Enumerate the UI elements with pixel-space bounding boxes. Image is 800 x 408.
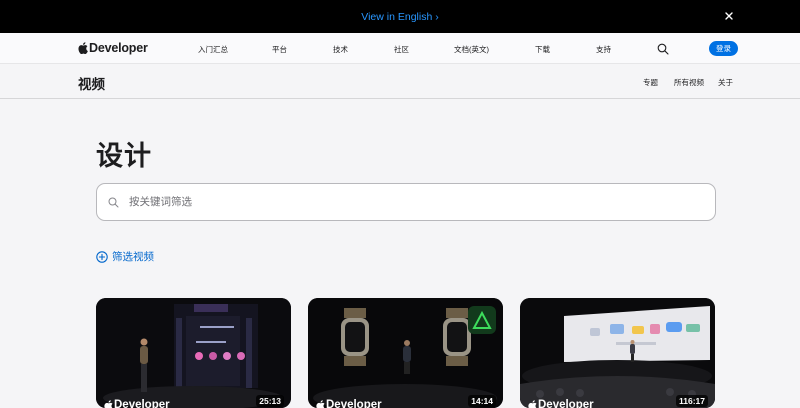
- nav-item-community[interactable]: 社区: [394, 44, 409, 55]
- global-nav: Developer 入门汇总 平台 技术 社区 文档(英文) 下载 支持 登录: [0, 33, 800, 64]
- video-brand: Developer: [316, 399, 382, 408]
- video-card[interactable]: Developer 25:13: [96, 298, 291, 408]
- apple-logo-icon: [528, 400, 537, 408]
- search-icon[interactable]: [657, 43, 669, 55]
- plus-circle-icon: [96, 251, 108, 263]
- developer-logo[interactable]: Developer: [78, 41, 148, 55]
- video-thumbnail: [520, 298, 715, 408]
- search-field[interactable]: [96, 183, 716, 221]
- video-brand-text: Developer: [114, 399, 170, 408]
- local-nav-topics[interactable]: 专题: [643, 77, 658, 88]
- apple-logo-icon: [104, 400, 113, 408]
- view-in-english-link[interactable]: View in English ›: [361, 11, 438, 23]
- nav-item-downloads[interactable]: 下载: [535, 44, 550, 55]
- video-card[interactable]: Developer 14:14: [308, 298, 503, 408]
- close-icon[interactable]: [724, 11, 734, 21]
- filter-videos-label: 筛选视频: [112, 249, 154, 264]
- nav-item-documentation[interactable]: 文档(英文): [454, 44, 489, 55]
- video-brand: Developer: [528, 399, 594, 408]
- nav-item-platforms[interactable]: 平台: [272, 44, 287, 55]
- filter-videos-button[interactable]: 筛选视频: [96, 249, 154, 264]
- language-banner: View in English ›: [0, 0, 800, 33]
- video-duration: 14:14: [468, 395, 496, 407]
- apple-logo-icon: [316, 400, 325, 408]
- video-thumbnail: [96, 298, 291, 408]
- keyword-filter-input[interactable]: [129, 184, 699, 220]
- nav-item-technologies[interactable]: 技术: [333, 44, 348, 55]
- apple-logo-icon: [78, 42, 88, 54]
- page-title: 设计: [96, 134, 152, 173]
- nav-item-getting-started[interactable]: 入门汇总: [198, 44, 228, 55]
- brand-text: Developer: [89, 41, 148, 55]
- video-duration: 25:13: [256, 395, 284, 407]
- local-nav-all-videos[interactable]: 所有视频: [674, 77, 704, 88]
- video-brand-text: Developer: [538, 399, 594, 408]
- search-icon: [108, 197, 119, 208]
- login-button[interactable]: 登录: [709, 41, 738, 56]
- local-nav: 视频 专题 所有视频 关于: [0, 64, 800, 99]
- section-title[interactable]: 视频: [78, 73, 105, 93]
- video-brand-text: Developer: [326, 399, 382, 408]
- local-nav-about[interactable]: 关于: [718, 77, 733, 88]
- video-duration: 116:17: [676, 395, 708, 407]
- video-card[interactable]: Developer 116:17: [520, 298, 715, 408]
- video-brand: Developer: [104, 399, 170, 408]
- nav-item-support[interactable]: 支持: [596, 44, 611, 55]
- video-thumbnail: [308, 298, 503, 408]
